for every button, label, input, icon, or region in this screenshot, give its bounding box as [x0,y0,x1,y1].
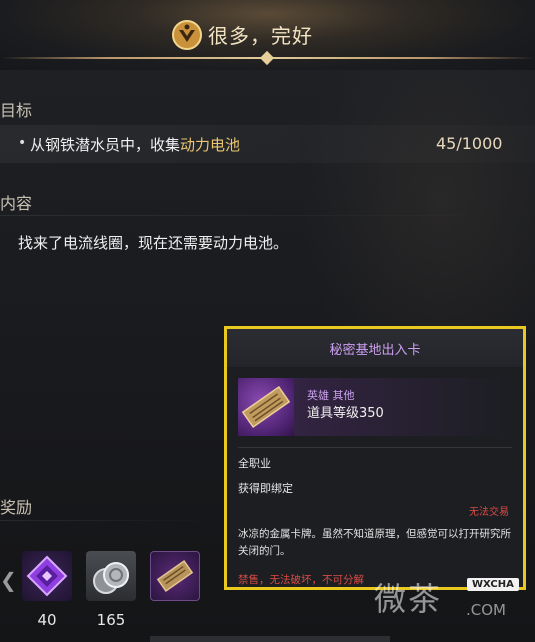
tooltip-item-level: 道具等级350 [307,406,384,421]
tooltip-trade: 无法交易 [469,507,509,518]
tooltip-divider [238,447,512,448]
reward-slot-1[interactable] [22,551,72,601]
content-divider [0,215,535,216]
item-tooltip: 秘密基地出入卡 英雄 其他 道具等级350 全职业 获得即绑定 无法交易 冰凉的… [224,326,526,590]
card-icon [241,385,291,429]
reward-count-1: 40 [37,611,57,629]
tooltip-description: 冰凉的金属卡牌。虽然不知道原理，但感觉可以打开研究所关闭的门。 [238,528,511,557]
objective-text: 从钢铁潜水员中，收集动力电池 [30,134,240,155]
card-icon [156,560,194,592]
content-text: 找来了电流线圈，现在还需要动力电池。 [18,234,289,252]
reward-slot-3[interactable] [150,551,200,601]
tooltip-item-image [238,378,294,436]
reward-count-2: 165 [96,611,126,629]
watermark-text: 微茶 [374,580,443,618]
tooltip-title: 秘密基地出入卡 [329,343,421,358]
watermark-badge: WXCHA [467,578,519,591]
chevron-left-icon[interactable]: ❮ [0,568,17,592]
quest-title: 很多，完好 [208,24,313,48]
objectives-label: 目标 [0,101,33,120]
quest-emblem-icon [172,20,202,50]
tooltip-class: 全职业 [238,457,271,470]
bottom-bar [150,636,390,642]
tooltip-grade: 英雄 其他 [307,389,355,402]
tooltip-bind: 获得即绑定 [238,482,293,495]
tooltip-restriction: 禁售，无法破坏，不可分解 [238,574,364,586]
watermark-domain: .COM [466,601,506,619]
objective-prefix: 从钢铁潜水员中，收集 [30,136,181,154]
objective-progress: 45/1000 [436,134,503,153]
objective-target: 动力电池 [180,136,241,154]
silver-coins-icon [93,562,129,594]
rewards-label: 奖励 [0,498,33,517]
reward-slot-2[interactable] [86,551,136,601]
content-label: 内容 [0,194,33,213]
rewards-divider [0,520,220,521]
objective-bullet: • [18,135,27,151]
purple-gem-icon [26,555,68,597]
